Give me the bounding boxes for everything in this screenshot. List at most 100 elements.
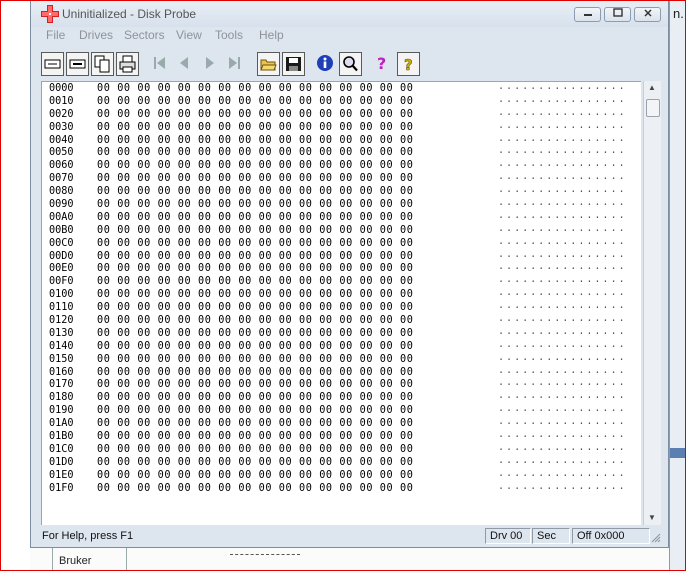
hex-row-bytes: 00 00 00 00 00 00 00 00 00 00 00 00 00 0…: [97, 83, 414, 94]
hex-row-ascii: ................: [498, 248, 627, 260]
hex-row-address: 00D0: [49, 250, 74, 262]
menu-tools[interactable]: Tools: [215, 28, 243, 42]
hex-row-address: 00B0: [49, 224, 74, 236]
background-document: Bruker: [30, 548, 669, 571]
menu-sectors[interactable]: Sectors: [124, 28, 165, 42]
status-sector: Sec: [532, 528, 570, 544]
hex-row-address: 00A0: [49, 211, 74, 223]
hex-row-ascii: ................: [498, 145, 627, 157]
background-window-edge: n.: [669, 0, 686, 571]
status-drive: Drv 00: [485, 528, 531, 544]
print-button[interactable]: [116, 52, 139, 76]
hex-row-address: 0020: [49, 108, 74, 120]
menu-help[interactable]: Help: [259, 28, 284, 42]
background-cell-text: Bruker: [59, 555, 92, 567]
hex-row-bytes: 00 00 00 00 00 00 00 00 00 00 00 00 00 0…: [97, 276, 414, 288]
scroll-up-icon[interactable]: ▲: [648, 83, 656, 92]
title-bar[interactable]: Uninitialized - Disk Probe: [31, 1, 668, 27]
hex-row-address: 01E0: [49, 469, 74, 481]
hex-row-bytes: 00 00 00 00 00 00 00 00 00 00 00 00 00 0…: [97, 186, 414, 198]
hex-row-ascii: ................: [498, 364, 627, 376]
hex-row-address: 0000: [49, 83, 74, 94]
last-sector-button[interactable]: [224, 52, 247, 76]
menu-view[interactable]: View: [176, 28, 202, 42]
open-file-icon: [260, 59, 277, 71]
hex-row-address: 0120: [49, 315, 74, 327]
hex-row-bytes: 00 00 00 00 00 00 00 00 00 00 00 00 00 0…: [97, 392, 414, 404]
hex-row-address: 0030: [49, 121, 74, 133]
app-icon: [41, 5, 59, 23]
hex-row-bytes: 00 00 00 00 00 00 00 00 00 00 00 00 00 0…: [97, 199, 414, 211]
close-icon: [643, 9, 652, 17]
hex-row-address: 0180: [49, 392, 74, 404]
vertical-scrollbar[interactable]: ▲ ▼: [643, 81, 661, 525]
first-sector-button[interactable]: [149, 52, 172, 76]
hex-row-ascii: ................: [498, 351, 627, 363]
menu-drives[interactable]: Drives: [79, 28, 113, 42]
hex-row-ascii: ................: [498, 132, 627, 144]
hex-row-ascii: ................: [498, 222, 627, 234]
copy-button[interactable]: [91, 52, 114, 76]
hex-row-address: 0100: [49, 289, 74, 301]
next-sector-button[interactable]: [199, 52, 222, 76]
hex-row-bytes: 00 00 00 00 00 00 00 00 00 00 00 00 00 0…: [97, 289, 414, 301]
hex-row-bytes: 00 00 00 00 00 00 00 00 00 00 00 00 00 0…: [97, 108, 414, 120]
hex-row-bytes: 00 00 00 00 00 00 00 00 00 00 00 00 00 0…: [97, 340, 414, 352]
hex-row-bytes: 00 00 00 00 00 00 00 00 00 00 00 00 00 0…: [97, 302, 414, 314]
hex-row-bytes: 00 00 00 00 00 00 00 00 00 00 00 00 00 0…: [97, 121, 414, 133]
info-button[interactable]: [314, 52, 337, 76]
hex-row-address: 0190: [49, 405, 74, 417]
resize-grip-icon[interactable]: [651, 533, 661, 543]
search-button[interactable]: [339, 52, 362, 76]
hex-row-address: 01A0: [49, 418, 74, 430]
context-help-button[interactable]: ?: [397, 52, 420, 76]
copy-icon: [94, 55, 110, 73]
first-sector-icon: [154, 57, 165, 69]
toolbar: ? ?: [41, 50, 661, 80]
minimize-button[interactable]: [574, 7, 601, 22]
svg-text:?: ?: [377, 54, 386, 72]
hex-view[interactable]: 0000 00 00 00 00 00 00 00 00 00 00 00 00 …: [41, 81, 641, 525]
hex-row-address: 0130: [49, 327, 74, 339]
hex-row-address: 0060: [49, 160, 74, 172]
maximize-button[interactable]: [604, 7, 631, 22]
hex-row-ascii: ................: [498, 235, 627, 247]
open-file-button[interactable]: [257, 52, 280, 76]
hex-row-ascii: ................: [498, 467, 627, 479]
hex-row-ascii: ................: [498, 197, 627, 209]
read-sector-button[interactable]: [41, 52, 64, 76]
hex-row-bytes: 00 00 00 00 00 00 00 00 00 00 00 00 00 0…: [97, 224, 414, 236]
background-accent: [670, 448, 686, 458]
save-file-button[interactable]: [282, 52, 305, 76]
scroll-thumb[interactable]: [646, 99, 660, 117]
hex-row-address: 0080: [49, 186, 74, 198]
hex-row-bytes: 00 00 00 00 00 00 00 00 00 00 00 00 00 0…: [97, 211, 414, 223]
hex-row-ascii: ................: [498, 403, 627, 415]
hex-row-address: 0150: [49, 353, 74, 365]
hex-row-bytes: 00 00 00 00 00 00 00 00 00 00 00 00 00 0…: [97, 327, 414, 339]
hex-row-bytes: 00 00 00 00 00 00 00 00 00 00 00 00 00 0…: [97, 95, 414, 107]
hex-row-bytes: 00 00 00 00 00 00 00 00 00 00 00 00 00 0…: [97, 315, 414, 327]
previous-sector-button[interactable]: [174, 52, 197, 76]
hex-row-ascii: ................: [498, 300, 627, 312]
hex-row-bytes: 00 00 00 00 00 00 00 00 00 00 00 00 00 0…: [97, 469, 414, 481]
help-button[interactable]: ?: [372, 52, 395, 76]
hex-row-ascii: ................: [498, 390, 627, 402]
hex-row-ascii: ................: [498, 209, 627, 221]
hex-row-address: 00E0: [49, 263, 74, 275]
hex-row-ascii: ................: [498, 119, 627, 131]
close-button[interactable]: [634, 7, 661, 22]
search-icon: [343, 56, 358, 72]
hex-row-address: 0050: [49, 147, 74, 159]
write-sector-button[interactable]: [66, 52, 89, 76]
next-sector-icon: [206, 57, 214, 69]
hex-row-ascii: ................: [498, 480, 627, 492]
hex-row-address: 0010: [49, 95, 74, 107]
hex-row-bytes: 00 00 00 00 00 00 00 00 00 00 00 00 00 0…: [97, 134, 414, 146]
scroll-down-icon[interactable]: ▼: [648, 513, 656, 522]
menu-file[interactable]: File: [46, 28, 65, 42]
hex-row-address: 00F0: [49, 276, 74, 288]
hex-row-ascii: ................: [498, 454, 627, 466]
previous-sector-icon: [180, 57, 188, 69]
hex-row-address: 0090: [49, 199, 74, 211]
